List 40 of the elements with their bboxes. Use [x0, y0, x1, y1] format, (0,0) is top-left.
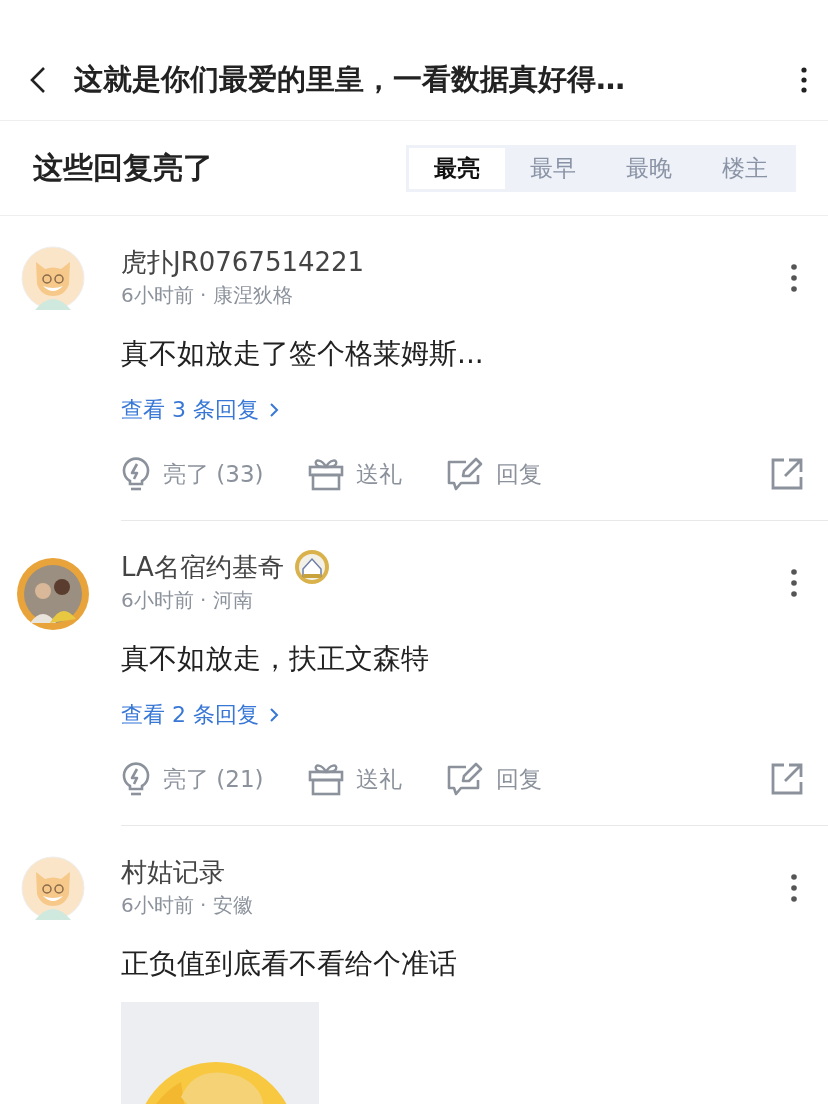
comment-text: 真不如放走了签个格莱姆斯... — [121, 336, 485, 372]
more-icon[interactable] — [790, 569, 798, 597]
view-replies-link[interactable]: 查看 3 条回复 — [121, 392, 279, 428]
more-icon[interactable] — [790, 874, 798, 902]
share-icon[interactable] — [770, 762, 804, 796]
edit-icon — [445, 762, 484, 796]
more-icon[interactable] — [800, 67, 808, 93]
share-icon[interactable] — [770, 457, 804, 491]
sort-tab[interactable]: 最晚 — [601, 147, 697, 189]
reply-button[interactable]: 回复 — [445, 457, 542, 491]
like-button[interactable]: 亮了 (33) — [121, 456, 264, 492]
gift-button[interactable]: 送礼 — [307, 762, 402, 796]
post-meta: 6小时前 · 康涅狄格 — [121, 282, 294, 309]
post-title: 这就是你们最爱的里皇，一看数据真好得… — [74, 61, 626, 98]
edit-icon — [445, 457, 484, 491]
medal-icon — [293, 549, 330, 585]
user-name[interactable]: 虎扑JR0767514221 — [121, 244, 365, 280]
gift-icon — [307, 457, 344, 491]
sort-tab[interactable]: 最早 — [505, 147, 601, 189]
post-meta: 6小时前 · 河南 — [121, 587, 254, 614]
section-heading: 这些回复亮了 — [33, 148, 213, 187]
lightbulb-icon — [121, 761, 151, 797]
gift-button[interactable]: 送礼 — [307, 457, 402, 491]
user-name[interactable]: 村姑记录 — [121, 854, 225, 890]
avatar[interactable] — [15, 557, 90, 631]
comment-text: 真不如放走，扶正文森特 — [121, 641, 430, 677]
view-replies-link[interactable]: 查看 2 条回复 — [121, 697, 279, 733]
chevron-icon — [269, 402, 279, 418]
user-name[interactable]: LA名宿约基奇 — [121, 549, 284, 585]
sort-tab[interactable]: 楼主 — [697, 147, 793, 189]
like-button[interactable]: 亮了 (21) — [121, 761, 264, 797]
more-icon[interactable] — [790, 264, 798, 292]
gift-icon — [307, 762, 344, 796]
comment-text: 正负值到底看不看给个准话 — [121, 946, 458, 982]
lightbulb-icon — [121, 456, 151, 492]
reply-button[interactable]: 回复 — [445, 762, 542, 796]
back-icon[interactable] — [28, 65, 48, 95]
post-meta: 6小时前 · 安徽 — [121, 892, 254, 919]
sort-tab[interactable]: 最亮 — [409, 147, 505, 189]
chevron-icon — [269, 707, 279, 723]
